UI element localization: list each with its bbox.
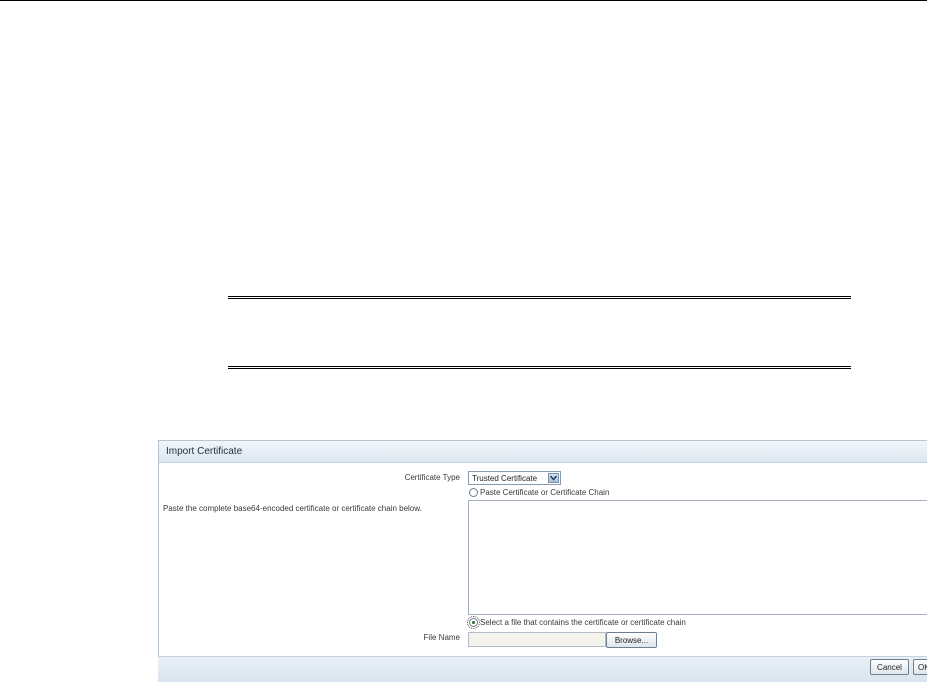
select-file-label[interactable]: Select a file that contains the certific…: [480, 618, 686, 627]
chevron-down-icon[interactable]: [548, 473, 559, 483]
note-top-rule: [228, 296, 851, 299]
file-name-label: File Name: [423, 633, 460, 642]
certificate-textarea[interactable]: [468, 500, 927, 615]
paste-certificate-radio[interactable]: [469, 488, 478, 497]
certificate-type-value: Trusted Certificate: [472, 474, 538, 483]
certificate-type-select[interactable]: Trusted Certificate: [468, 471, 561, 485]
note-bottom-rule: [228, 366, 851, 369]
select-file-radio[interactable]: [467, 616, 480, 629]
dialog-title: Import Certificate: [166, 446, 243, 457]
ok-button[interactable]: OK: [913, 659, 927, 675]
paste-instructions: Paste the complete base64-encoded certif…: [163, 504, 422, 513]
certificate-type-label: Certificate Type: [404, 473, 460, 482]
dialog-footer: [158, 656, 927, 682]
dialog-header: Import Certificate: [159, 441, 927, 463]
browse-button[interactable]: Browse...: [606, 632, 657, 648]
file-name-input[interactable]: [468, 632, 606, 647]
paste-certificate-label[interactable]: Paste Certificate or Certificate Chain: [480, 488, 609, 497]
page-top-rule: [0, 0, 927, 1]
cancel-button[interactable]: Cancel: [870, 659, 909, 675]
